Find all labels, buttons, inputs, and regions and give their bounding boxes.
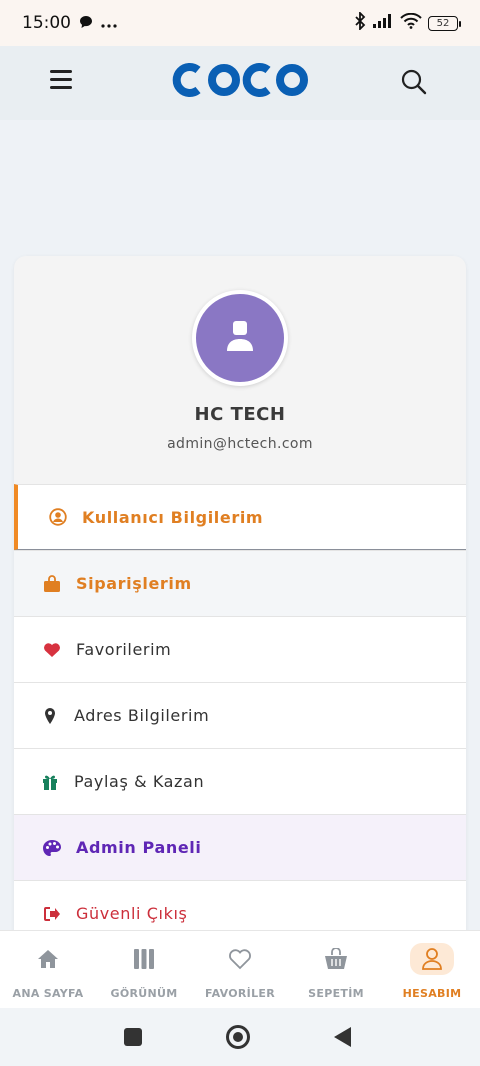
menu-item-label: Güvenli Çıkış <box>76 904 188 923</box>
profile-email: admin@hctech.com <box>167 436 313 452</box>
battery-level: 52 <box>436 17 450 29</box>
nav-home[interactable]: ANA SAYFA <box>0 931 96 1008</box>
status-bar: 15:00 52 <box>0 0 480 46</box>
battery-icon: 52 <box>428 15 461 31</box>
heart-outline-icon <box>218 943 262 975</box>
chat-bubble-icon <box>79 14 93 33</box>
hamburger-icon[interactable] <box>50 70 76 92</box>
nav-favorites[interactable]: FAVORİLER <box>192 931 288 1008</box>
menu-item-label: Adres Bilgilerim <box>74 706 210 725</box>
wifi-icon <box>400 12 422 33</box>
avatar <box>192 290 288 386</box>
user-circle-icon <box>48 507 68 527</box>
columns-icon <box>122 943 166 975</box>
user-icon <box>225 320 255 356</box>
more-dots-icon <box>101 14 117 33</box>
menu-item-addresses[interactable]: Adres Bilgilerim <box>14 682 466 748</box>
app-header <box>0 46 480 120</box>
nav-account[interactable]: HESABIM <box>384 931 480 1008</box>
sign-out-icon <box>42 904 62 924</box>
menu-item-admin-panel[interactable]: Admin Paneli <box>14 814 466 880</box>
menu-item-label: Favorilerim <box>76 640 172 659</box>
recent-apps-icon[interactable] <box>124 1028 142 1046</box>
heart-icon <box>42 640 62 660</box>
home-button-icon[interactable] <box>226 1025 250 1049</box>
coco-logo[interactable] <box>172 62 308 98</box>
user-outline-icon <box>410 943 454 975</box>
account-menu: Kullanıcı Bilgilerim Siparişlerim Favori… <box>14 484 466 946</box>
nav-label: GÖRÜNÜM <box>110 987 178 1000</box>
shopping-bag-icon <box>42 574 62 594</box>
gift-icon <box>40 772 60 792</box>
menu-item-share-earn[interactable]: Paylaş & Kazan <box>14 748 466 814</box>
search-icon[interactable] <box>400 68 428 96</box>
palette-icon <box>42 838 62 858</box>
basket-icon <box>314 943 358 975</box>
nav-cart[interactable]: SEPETİM <box>288 931 384 1008</box>
system-navigation-bar <box>0 1008 480 1066</box>
status-time: 15:00 <box>22 13 71 33</box>
nav-label: SEPETİM <box>308 987 364 1000</box>
menu-item-favorites[interactable]: Favorilerim <box>14 616 466 682</box>
menu-item-user-info[interactable]: Kullanıcı Bilgilerim <box>14 484 466 550</box>
nav-label: HESABIM <box>402 987 462 1000</box>
nav-label: ANA SAYFA <box>12 987 84 1000</box>
menu-item-label: Paylaş & Kazan <box>74 772 205 791</box>
map-pin-icon <box>40 706 60 726</box>
nav-label: FAVORİLER <box>205 987 275 1000</box>
menu-item-label: Admin Paneli <box>76 838 202 857</box>
profile-name: HC TECH <box>194 404 286 425</box>
bluetooth-icon <box>354 10 366 34</box>
back-icon[interactable] <box>334 1027 351 1047</box>
signal-icon <box>372 13 394 33</box>
menu-item-label: Kullanıcı Bilgilerim <box>82 507 264 527</box>
nav-view[interactable]: GÖRÜNÜM <box>96 931 192 1008</box>
menu-item-orders[interactable]: Siparişlerim <box>14 550 466 616</box>
bottom-navigation: ANA SAYFA GÖRÜNÜM FAVORİLER SEPETİM HESA… <box>0 930 480 1008</box>
menu-item-label: Siparişlerim <box>76 574 192 593</box>
home-icon <box>26 943 70 975</box>
